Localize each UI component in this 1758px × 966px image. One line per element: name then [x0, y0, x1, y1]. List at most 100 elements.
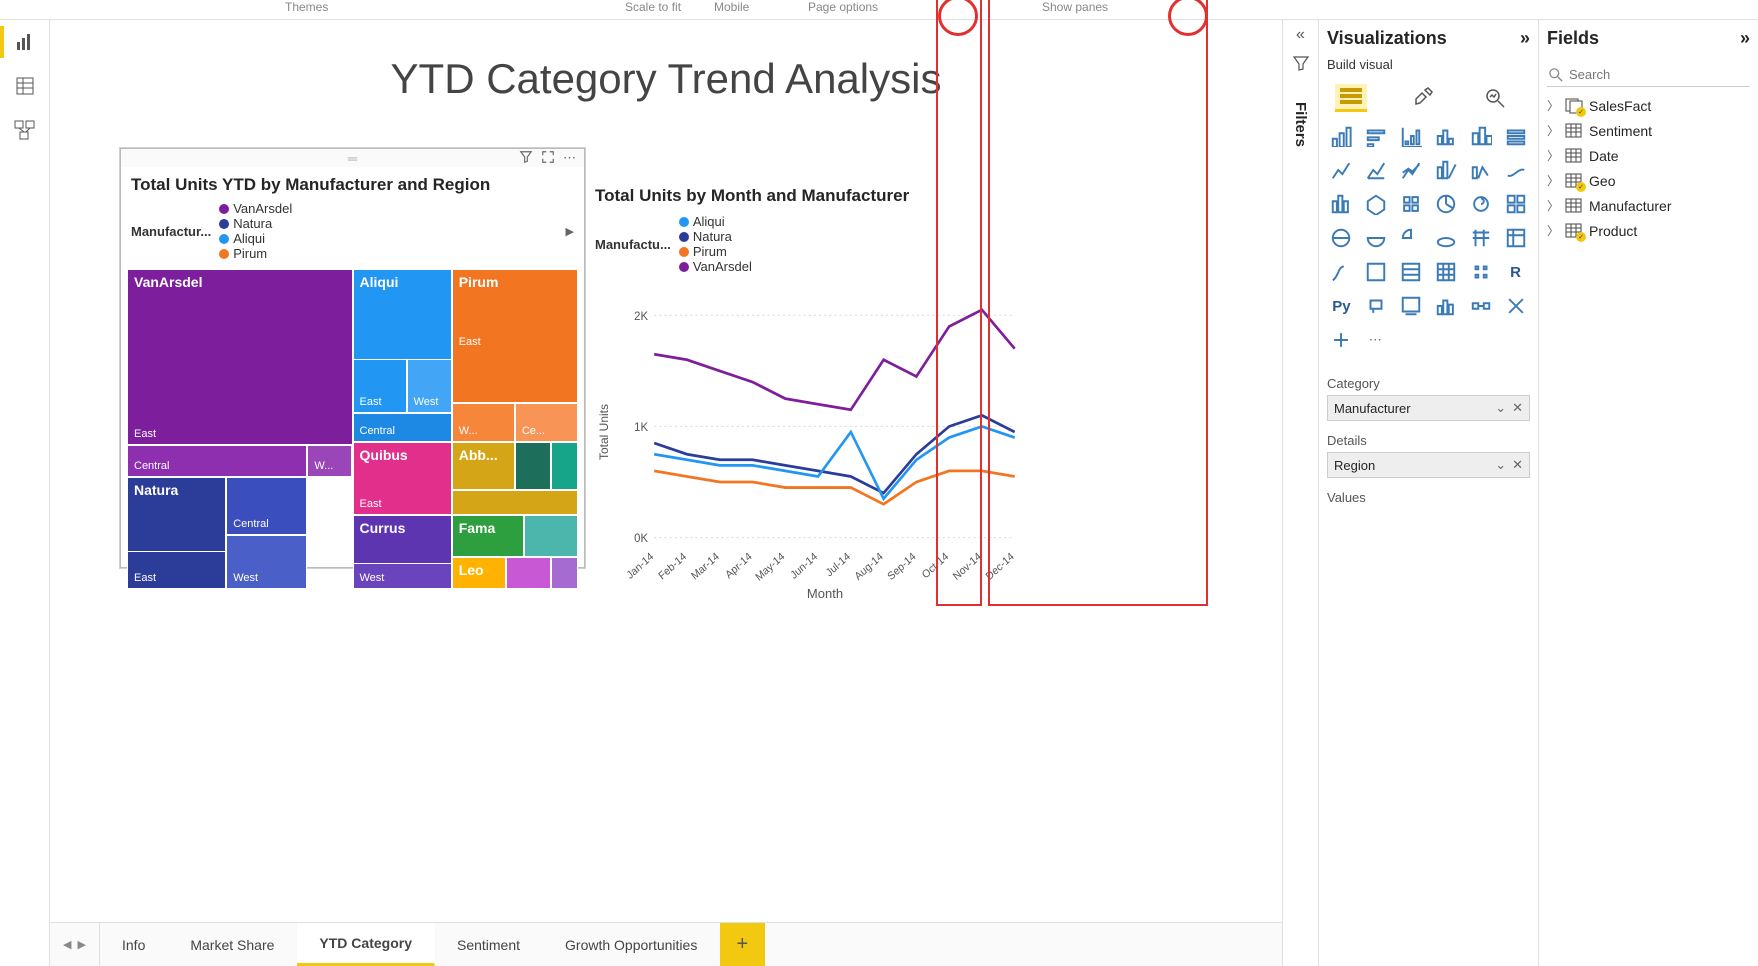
viz-type-icon[interactable] — [1397, 190, 1426, 218]
chevron-down-icon[interactable]: ⌄ — [1495, 457, 1506, 473]
viz-type-icon[interactable] — [1501, 122, 1530, 150]
treemap-cell[interactable]: West — [226, 535, 307, 589]
legend-item[interactable]: Pirum — [679, 244, 752, 259]
viz-type-icon[interactable] — [1466, 122, 1495, 150]
field-well-value[interactable]: Region⌄✕ — [1327, 452, 1530, 478]
treemap-cell[interactable]: West — [407, 359, 452, 413]
linechart-plot[interactable]: 0K1K2KJan-14Feb-14Mar-14Apr-14May-14Jun-… — [613, 282, 1025, 582]
field-table[interactable]: 〉✓Geo — [1547, 172, 1750, 189]
legend-item[interactable]: Natura — [219, 216, 292, 231]
field-well-value[interactable]: Manufacturer⌄✕ — [1327, 395, 1530, 421]
treemap-cell[interactable]: Central — [127, 445, 307, 477]
field-table[interactable]: 〉✓SalesFact — [1547, 97, 1750, 114]
legend-item[interactable]: VanArsdel — [219, 201, 292, 216]
viz-type-icon[interactable] — [1397, 224, 1426, 252]
viz-type-icon[interactable] — [1327, 224, 1356, 252]
treemap-cell[interactable]: East — [127, 551, 226, 589]
treemap-cell[interactable] — [551, 557, 578, 589]
viz-type-icon[interactable] — [1432, 224, 1461, 252]
viz-type-icon[interactable] — [1432, 122, 1461, 150]
tab-nav-arrows[interactable]: ◀▶ — [50, 923, 100, 966]
treemap-cell[interactable]: Leo — [452, 557, 506, 589]
page-tab[interactable]: Market Share — [168, 923, 297, 966]
viz-type-icon[interactable] — [1362, 224, 1391, 252]
fields-search-input[interactable]: Search — [1547, 63, 1750, 87]
viz-type-icon[interactable] — [1362, 190, 1391, 218]
viz-type-icon[interactable]: Py — [1327, 292, 1356, 320]
treemap-body[interactable]: VanArsdelEastCentralW...NaturaCentralEas… — [127, 269, 578, 589]
filter-icon[interactable] — [519, 150, 533, 167]
report-view-icon[interactable] — [13, 30, 37, 54]
treemap-cell[interactable]: Central — [226, 477, 307, 535]
more-options-icon[interactable]: ⋯ — [563, 150, 578, 166]
treemap-cell[interactable]: Ce... — [515, 403, 578, 441]
remove-field-icon[interactable]: ✕ — [1512, 400, 1523, 416]
expand-filters-icon[interactable]: « — [1296, 26, 1305, 44]
viz-type-icon[interactable] — [1327, 190, 1356, 218]
viz-type-icon[interactable] — [1466, 258, 1495, 286]
viz-type-icon[interactable] — [1362, 122, 1391, 150]
treemap-cell[interactable]: Abb... — [452, 442, 515, 490]
field-table[interactable]: 〉✓Product — [1547, 222, 1750, 239]
viz-type-icon[interactable] — [1501, 190, 1530, 218]
legend-item[interactable]: Aliqui — [219, 231, 292, 246]
treemap-cell[interactable]: PirumEast — [452, 269, 578, 403]
treemap-visual[interactable]: ═ ⋯ Total Units YTD by Manufacturer and … — [120, 148, 585, 568]
treemap-cell[interactable] — [515, 442, 551, 490]
data-view-icon[interactable] — [13, 74, 37, 98]
drag-grip-icon[interactable]: ═ — [348, 151, 357, 166]
viz-type-icon[interactable] — [1432, 258, 1461, 286]
viz-type-icon[interactable] — [1362, 258, 1391, 286]
build-tab-fields[interactable] — [1335, 84, 1367, 112]
treemap-cell[interactable]: Fama — [452, 515, 524, 557]
legend-item[interactable]: Pirum — [219, 246, 292, 261]
viz-type-icon[interactable] — [1397, 156, 1426, 184]
remove-field-icon[interactable]: ✕ — [1512, 457, 1523, 473]
viz-type-icon[interactable] — [1397, 258, 1426, 286]
treemap-cell[interactable] — [506, 557, 551, 589]
viz-type-icon[interactable] — [1362, 156, 1391, 184]
page-tab[interactable]: Sentiment — [435, 923, 543, 966]
treemap-cell[interactable]: QuibusEast — [353, 442, 452, 516]
viz-type-icon[interactable] — [1466, 292, 1495, 320]
legend-item[interactable]: VanArsdel — [679, 259, 752, 274]
filters-pane-collapsed[interactable]: « Filters — [1282, 20, 1318, 966]
legend-item[interactable]: Aliqui — [679, 214, 752, 229]
field-table[interactable]: 〉Sentiment — [1547, 122, 1750, 139]
report-canvas[interactable]: YTD Category Trend Analysis ═ ⋯ Total Un… — [50, 20, 1282, 922]
viz-type-icon[interactable] — [1397, 292, 1426, 320]
build-tab-format[interactable] — [1407, 84, 1439, 112]
viz-type-icon[interactable] — [1501, 156, 1530, 184]
viz-type-icon[interactable] — [1432, 190, 1461, 218]
treemap-cell[interactable] — [524, 515, 578, 557]
viz-type-icon[interactable] — [1362, 292, 1391, 320]
legend-item[interactable]: Natura — [679, 229, 752, 244]
page-tab[interactable]: Growth Opportunities — [543, 923, 720, 966]
treemap-cell[interactable] — [551, 442, 578, 490]
treemap-cell[interactable]: W... — [307, 445, 352, 477]
treemap-cell[interactable] — [452, 490, 578, 516]
treemap-cell[interactable]: Central — [353, 413, 452, 442]
viz-type-icon[interactable]: R — [1501, 258, 1530, 286]
viz-type-icon[interactable] — [1501, 224, 1530, 252]
treemap-cell[interactable]: East — [353, 359, 407, 413]
treemap-cell[interactable]: W... — [452, 403, 515, 441]
build-tab-analytics[interactable] — [1479, 84, 1511, 112]
viz-type-icon[interactable] — [1327, 156, 1356, 184]
add-page-button[interactable]: + — [720, 923, 765, 966]
field-table[interactable]: 〉Manufacturer — [1547, 197, 1750, 214]
viz-type-icon[interactable] — [1466, 156, 1495, 184]
viz-type-icon[interactable] — [1466, 190, 1495, 218]
viz-type-icon[interactable] — [1432, 292, 1461, 320]
linechart-visual[interactable]: Total Units by Month and Manufacturer Ma… — [595, 180, 1025, 580]
page-tab[interactable]: YTD Category — [297, 923, 435, 966]
collapse-fields-icon[interactable]: » — [1740, 28, 1750, 49]
viz-type-icon[interactable] — [1397, 122, 1426, 150]
model-view-icon[interactable] — [13, 118, 37, 142]
field-table[interactable]: 〉Date — [1547, 147, 1750, 164]
treemap-cell[interactable]: West — [353, 563, 452, 589]
chevron-down-icon[interactable]: ⌄ — [1495, 400, 1506, 416]
viz-type-icon[interactable] — [1432, 156, 1461, 184]
treemap-cell[interactable]: VanArsdelEast — [127, 269, 353, 445]
page-tab[interactable]: Info — [100, 923, 168, 966]
